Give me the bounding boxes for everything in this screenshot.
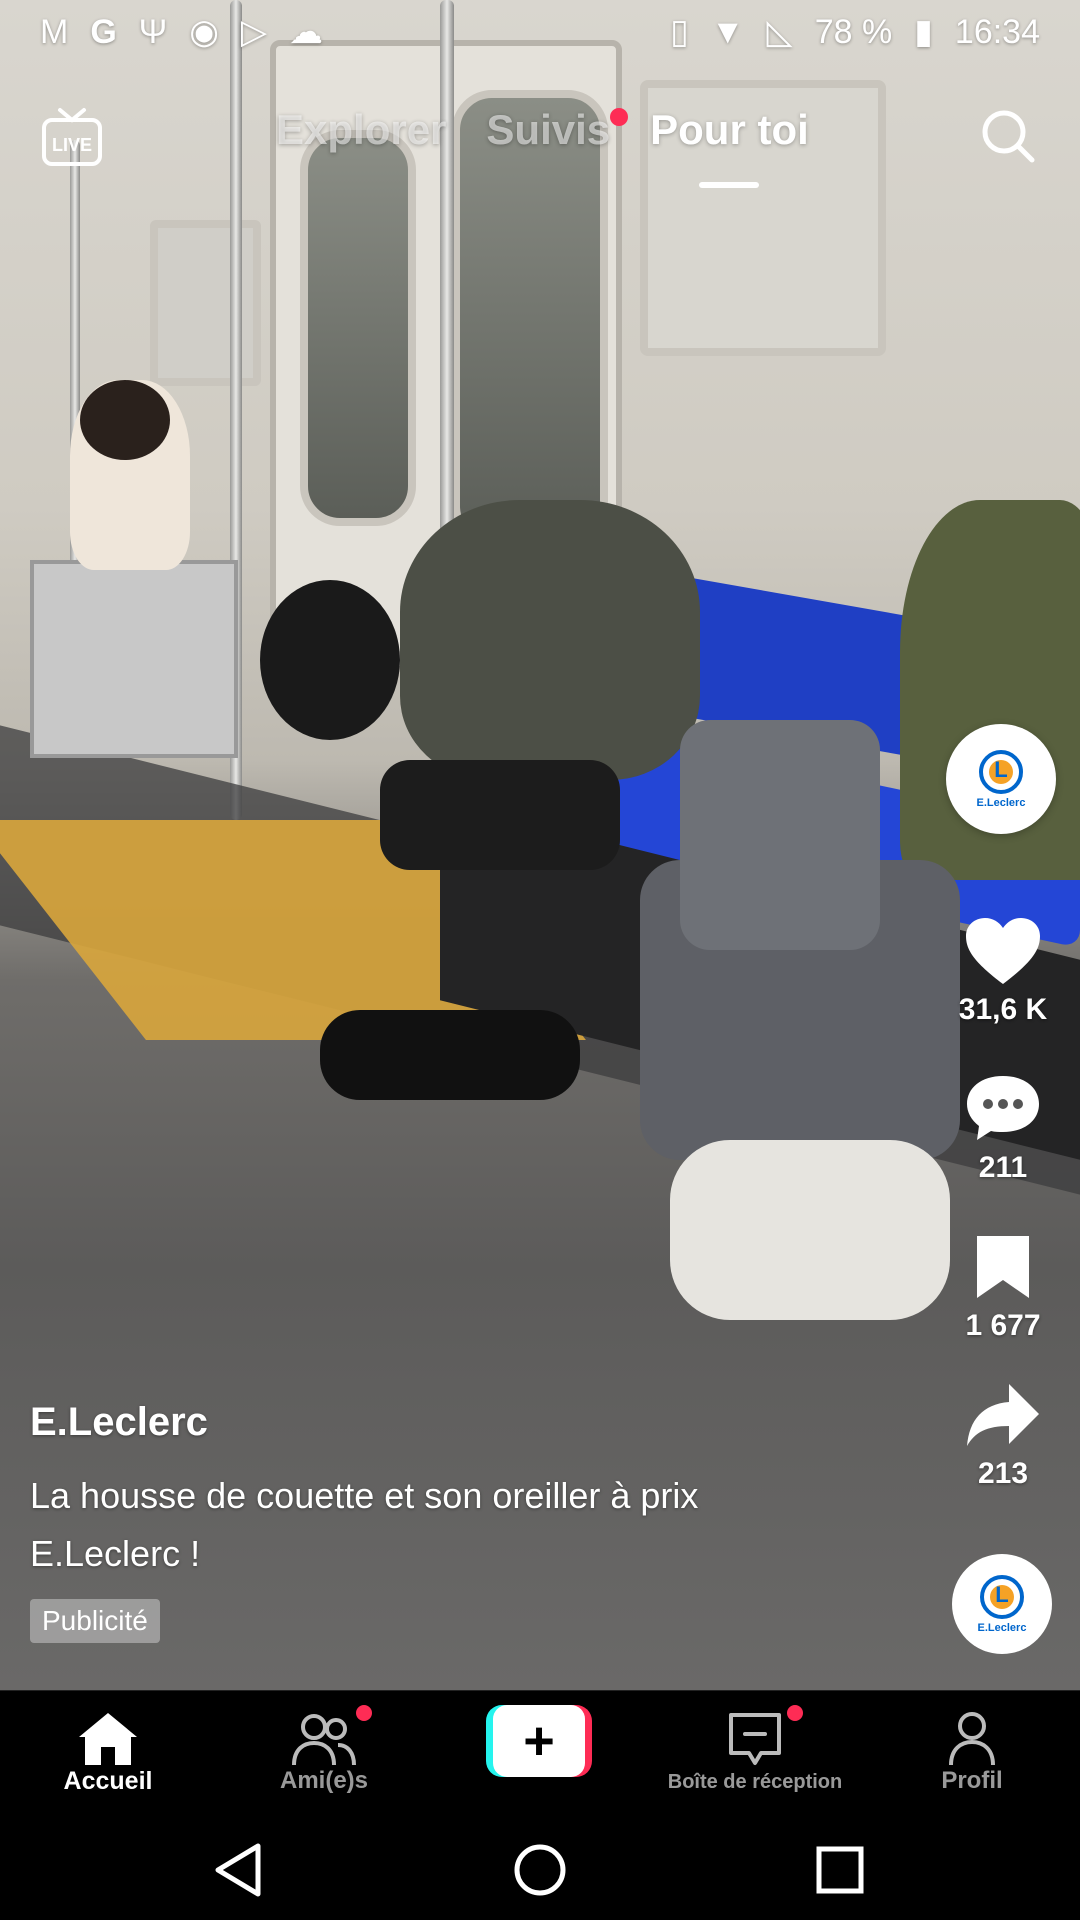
active-tab-indicator bbox=[699, 182, 760, 188]
leclerc-logo-icon: L bbox=[979, 749, 1023, 794]
vibrate-icon: ▯ bbox=[670, 13, 689, 51]
notification-dot bbox=[787, 1705, 803, 1721]
feed-tabs: Explorer Suivis Pour toi bbox=[276, 106, 809, 188]
tab-friends[interactable]: Ami(e)s bbox=[234, 1705, 414, 1795]
tab-label: Profil bbox=[941, 1767, 1003, 1794]
clock: 16:34 bbox=[954, 12, 1040, 51]
music-logo-text: E.Leclerc bbox=[977, 1621, 1027, 1634]
avatar: L E.Leclerc bbox=[946, 724, 1056, 834]
friends-icon bbox=[234, 1705, 414, 1767]
shopping-bag bbox=[680, 720, 880, 950]
home-icon bbox=[18, 1707, 198, 1767]
status-bar: M G Ψ ◉ ▷ ☁ ▯ ▼ ◺ 78 % ▮ 16:34 bbox=[0, 0, 1080, 64]
share-icon bbox=[967, 1384, 1039, 1446]
cloud-icon: ☁ bbox=[289, 13, 324, 51]
play-store-icon: ▷ bbox=[240, 13, 268, 51]
usb-icon: Ψ bbox=[138, 13, 168, 51]
tab-label: Accueil bbox=[63, 1767, 153, 1795]
recents-icon bbox=[816, 1846, 864, 1894]
handrail bbox=[440, 0, 454, 560]
comment-count: 211 bbox=[978, 1151, 1028, 1184]
comment-icon bbox=[967, 1076, 1039, 1140]
bookmark-button[interactable]: 1 677 bbox=[946, 1232, 1060, 1343]
tab-label: Explorer bbox=[276, 106, 447, 153]
status-notification-icons: M G Ψ ◉ ▷ ☁ bbox=[40, 15, 323, 49]
battery-icon: ▮ bbox=[914, 13, 933, 51]
tab-profile[interactable]: Profil bbox=[882, 1707, 1062, 1795]
tab-label: Suivis bbox=[486, 106, 611, 153]
tab-label: Boîte de réception bbox=[667, 1771, 843, 1793]
search-icon bbox=[982, 110, 1035, 163]
passenger-legs bbox=[380, 760, 620, 870]
home-circle-icon bbox=[514, 1844, 566, 1896]
plus-icon: + bbox=[493, 1705, 585, 1777]
like-count: 31,6 K bbox=[958, 993, 1048, 1026]
live-tv-icon: LIVE bbox=[42, 108, 102, 166]
heart-icon bbox=[966, 918, 1040, 984]
back-icon bbox=[215, 1843, 261, 1897]
gmail-icon: M bbox=[40, 13, 69, 51]
tab-explorer[interactable]: Explorer bbox=[276, 106, 446, 154]
no-signal-icon: ◺ bbox=[766, 13, 793, 51]
share-count: 213 bbox=[977, 1457, 1029, 1490]
status-system-icons: ▯ ▼ ◺ 78 % ▮ 16:34 bbox=[670, 13, 1040, 52]
passenger-sleeping bbox=[400, 500, 700, 780]
leclerc-logo-icon: L bbox=[980, 1574, 1024, 1619]
tab-home[interactable]: Accueil bbox=[18, 1707, 198, 1796]
tab-label: Ami(e)s bbox=[279, 1767, 369, 1794]
bookmark-icon bbox=[977, 1236, 1029, 1298]
share-button[interactable]: 213 bbox=[946, 1380, 1060, 1491]
seat-partition bbox=[30, 560, 238, 758]
notification-dot bbox=[356, 1705, 372, 1721]
create-button[interactable]: + bbox=[486, 1705, 592, 1777]
passenger-head bbox=[260, 580, 400, 740]
bookmark-count: 1 677 bbox=[965, 1309, 1041, 1342]
battery-percent: 78 % bbox=[814, 12, 893, 51]
train-window bbox=[150, 220, 261, 386]
passenger-woman-hair bbox=[80, 380, 170, 460]
tab-pour-toi[interactable]: Pour toi bbox=[650, 106, 809, 188]
tab-suivis[interactable]: Suivis bbox=[486, 106, 629, 154]
back-button[interactable] bbox=[210, 1840, 270, 1900]
passenger-shoes bbox=[320, 1010, 580, 1100]
passenger-right-shoes bbox=[670, 1140, 950, 1320]
avatar-logo-text: E.Leclerc bbox=[976, 796, 1026, 809]
home-system-button[interactable] bbox=[510, 1840, 570, 1900]
system-navigation-bar bbox=[0, 1814, 1080, 1920]
google-icon: G bbox=[90, 13, 117, 51]
video-caption: E.Leclerc La housse de couette et son or… bbox=[30, 1400, 810, 1643]
profile-icon bbox=[882, 1707, 1062, 1767]
account-avatar-button[interactable]: L E.Leclerc bbox=[946, 724, 1060, 834]
search-button[interactable] bbox=[978, 106, 1038, 166]
like-button[interactable]: 31,6 K bbox=[946, 916, 1060, 1027]
author-name[interactable]: E.Leclerc bbox=[30, 1400, 810, 1445]
inbox-icon bbox=[665, 1705, 845, 1767]
svg-text:LIVE: LIVE bbox=[52, 135, 92, 155]
notification-dot bbox=[610, 108, 629, 126]
video-description: La housse de couette et son oreiller à p… bbox=[30, 1475, 699, 1574]
recents-button[interactable] bbox=[810, 1840, 870, 1900]
bottom-tab-bar: Accueil Ami(e)s + Boîte de réception Pro… bbox=[0, 1690, 1080, 1815]
music-disc-button[interactable]: L E.Leclerc bbox=[952, 1554, 1052, 1654]
top-nav: LIVE Explorer Suivis Pour toi bbox=[0, 100, 1080, 200]
wifi-icon: ▼ bbox=[710, 13, 745, 51]
wp-icon: ◉ bbox=[189, 13, 219, 51]
tab-inbox[interactable]: Boîte de réception bbox=[665, 1705, 845, 1794]
comment-button[interactable]: 211 bbox=[946, 1072, 1060, 1185]
tab-label: Pour toi bbox=[650, 106, 809, 153]
ad-badge: Publicité bbox=[30, 1599, 160, 1643]
live-button[interactable]: LIVE bbox=[40, 104, 104, 168]
